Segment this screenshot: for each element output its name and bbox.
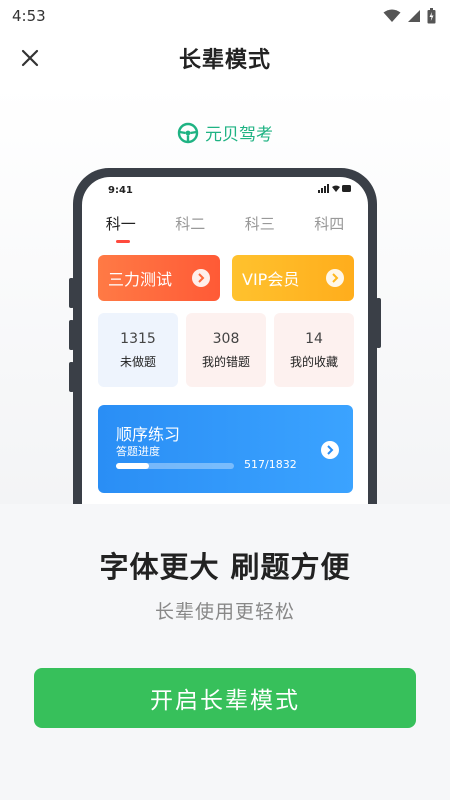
practice-progress-bar: [116, 463, 234, 469]
phone-status-time: 9:41: [108, 184, 133, 196]
stat-undone-value: 1315: [120, 330, 156, 347]
feature-headline: 字体更大 刷题方便: [99, 550, 351, 584]
stat-wrong[interactable]: 308 我的错题: [186, 313, 266, 387]
stat-wrong-value: 308: [212, 330, 240, 347]
vip-member-card[interactable]: VIP会员: [232, 255, 354, 301]
tab-subject-1[interactable]: 科一: [106, 211, 136, 243]
stat-wrong-label: 我的错题: [201, 354, 250, 369]
phone-status-bar: 9:41: [82, 177, 368, 203]
practice-subtitle: 答题进度: [116, 445, 160, 458]
chevron-right-icon: [321, 441, 339, 459]
sanli-test-label: 三力测试: [108, 270, 173, 289]
vip-member-label: VIP会员: [242, 270, 300, 289]
chevron-right-icon: [192, 269, 210, 287]
practice-progress-fill: [116, 463, 150, 469]
phone-screen: 9:41 科一 科二 科三 科四 三力测试 VIP会员 1315 未做题 308…: [82, 177, 368, 504]
stat-favorites[interactable]: 14 我的收藏: [274, 313, 354, 387]
steering-wheel-icon: [177, 122, 199, 143]
phone-button: [376, 298, 381, 348]
cellular-signal-icon: [408, 10, 420, 22]
stat-favorites-label: 我的收藏: [289, 354, 338, 369]
status-time: 4:53: [12, 7, 46, 25]
sequential-practice-card[interactable]: 顺序练习 答题进度 517/1832: [98, 405, 353, 493]
info-sheet: 字体更大 刷题方便 长辈使用更轻松 开启长辈模式: [0, 504, 450, 800]
phone-status-icons: [318, 184, 352, 196]
close-icon: [21, 49, 39, 67]
stat-undone-label: 未做题: [119, 354, 156, 369]
practice-title: 顺序练习: [116, 425, 181, 444]
page-title: 长辈模式: [178, 48, 271, 73]
subject-tabs: 科一 科二 科三 科四: [82, 211, 368, 243]
phone-mockup: 9:41 科一 科二 科三 科四 三力测试 VIP会员 1315 未做题 308…: [69, 168, 381, 504]
feature-subline: 长辈使用更轻松: [154, 601, 295, 623]
phone-button: [69, 320, 74, 350]
brand-name: 元贝驾考: [205, 125, 273, 145]
enable-elder-mode-button[interactable]: 开启长辈模式: [34, 668, 416, 728]
close-button[interactable]: [12, 40, 48, 76]
tab-subject-2[interactable]: 科二: [175, 211, 205, 241]
sanli-test-card[interactable]: 三力测试: [98, 255, 220, 301]
chevron-right-icon: [326, 269, 344, 287]
brand-logo: 元贝驾考: [0, 120, 450, 145]
tab-subject-3[interactable]: 科三: [245, 211, 275, 241]
status-bar: 4:53: [0, 0, 450, 32]
hero-illustration: 元贝驾考 9:41 科一 科二 科三 科四 三力测试 VIP会员 1315 未做…: [0, 84, 450, 504]
phone-button: [69, 362, 74, 392]
status-icons: [383, 8, 436, 24]
app-header: 长辈模式: [0, 32, 450, 84]
wifi-icon: [383, 9, 401, 22]
phone-button: [69, 278, 74, 308]
practice-progress-text: 517/1832: [244, 458, 297, 471]
tab-subject-4[interactable]: 科四: [314, 211, 344, 241]
stat-undone[interactable]: 1315 未做题: [98, 313, 178, 387]
stat-favorites-value: 14: [305, 330, 323, 347]
battery-icon: [427, 8, 436, 24]
